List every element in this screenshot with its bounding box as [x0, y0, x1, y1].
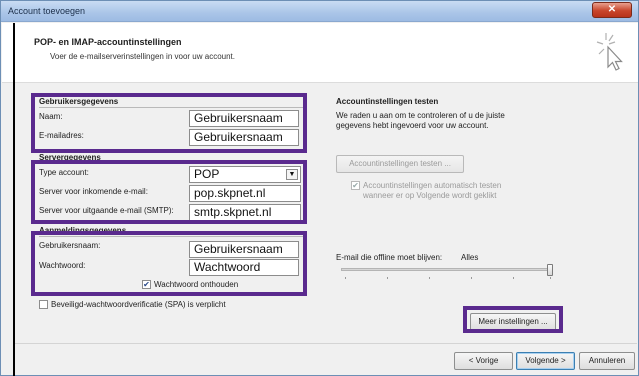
- close-icon: ✕: [607, 4, 617, 15]
- dialog-header: POP- en IMAP-accountinstellingen Voer de…: [2, 23, 638, 83]
- highlight-box-more-settings: [463, 306, 563, 333]
- highlight-box-login-info: [31, 231, 307, 296]
- highlight-box-server-info: [31, 160, 307, 224]
- cancel-button[interactable]: Annuleren: [579, 352, 635, 370]
- test-settings-heading: Accountinstellingen testen: [336, 97, 439, 106]
- offline-label: E-mail die offline moet blijven:: [336, 253, 443, 262]
- next-button[interactable]: Volgende >: [516, 352, 575, 370]
- add-account-dialog: Account toevoegen ✕ POP- en IMAP-account…: [0, 0, 639, 376]
- spa-label: Beveiligd-wachtwoordverificatie (SPA) is…: [51, 300, 226, 309]
- offline-value: Alles: [461, 253, 479, 262]
- title-bar[interactable]: Account toevoegen ✕: [1, 1, 638, 22]
- window-title: Account toevoegen: [8, 6, 86, 16]
- checkmark-icon: ✔: [352, 181, 359, 190]
- spa-checkbox[interactable]: [39, 300, 48, 309]
- close-button[interactable]: ✕: [592, 2, 632, 18]
- header-title: POP- en IMAP-accountinstellingen: [34, 37, 182, 47]
- sparkle-cursor-icon: [596, 33, 623, 71]
- auto-test-label: Accountinstellingen automatisch testen w…: [363, 181, 502, 200]
- test-account-button[interactable]: Accountinstellingen testen ...: [336, 155, 464, 173]
- slider-tick: [471, 277, 472, 279]
- offline-slider-thumb[interactable]: [547, 264, 553, 276]
- offline-slider-track[interactable]: [341, 268, 553, 271]
- left-edge-line: [13, 23, 15, 376]
- header-subtitle: Voer de e-mailserverinstellingen in voor…: [50, 52, 235, 61]
- slider-tick: [345, 277, 346, 279]
- auto-test-checkbox[interactable]: ✔: [351, 181, 360, 190]
- test-settings-description: We raden u aan om te controleren of u de…: [336, 111, 505, 130]
- slider-tick: [550, 277, 551, 279]
- slider-tick: [387, 277, 388, 279]
- highlight-box-user-info: [31, 93, 307, 153]
- footer-divider: [15, 343, 637, 344]
- slider-tick: [429, 277, 430, 279]
- back-button[interactable]: < Vorige: [454, 352, 513, 370]
- slider-tick: [513, 277, 514, 279]
